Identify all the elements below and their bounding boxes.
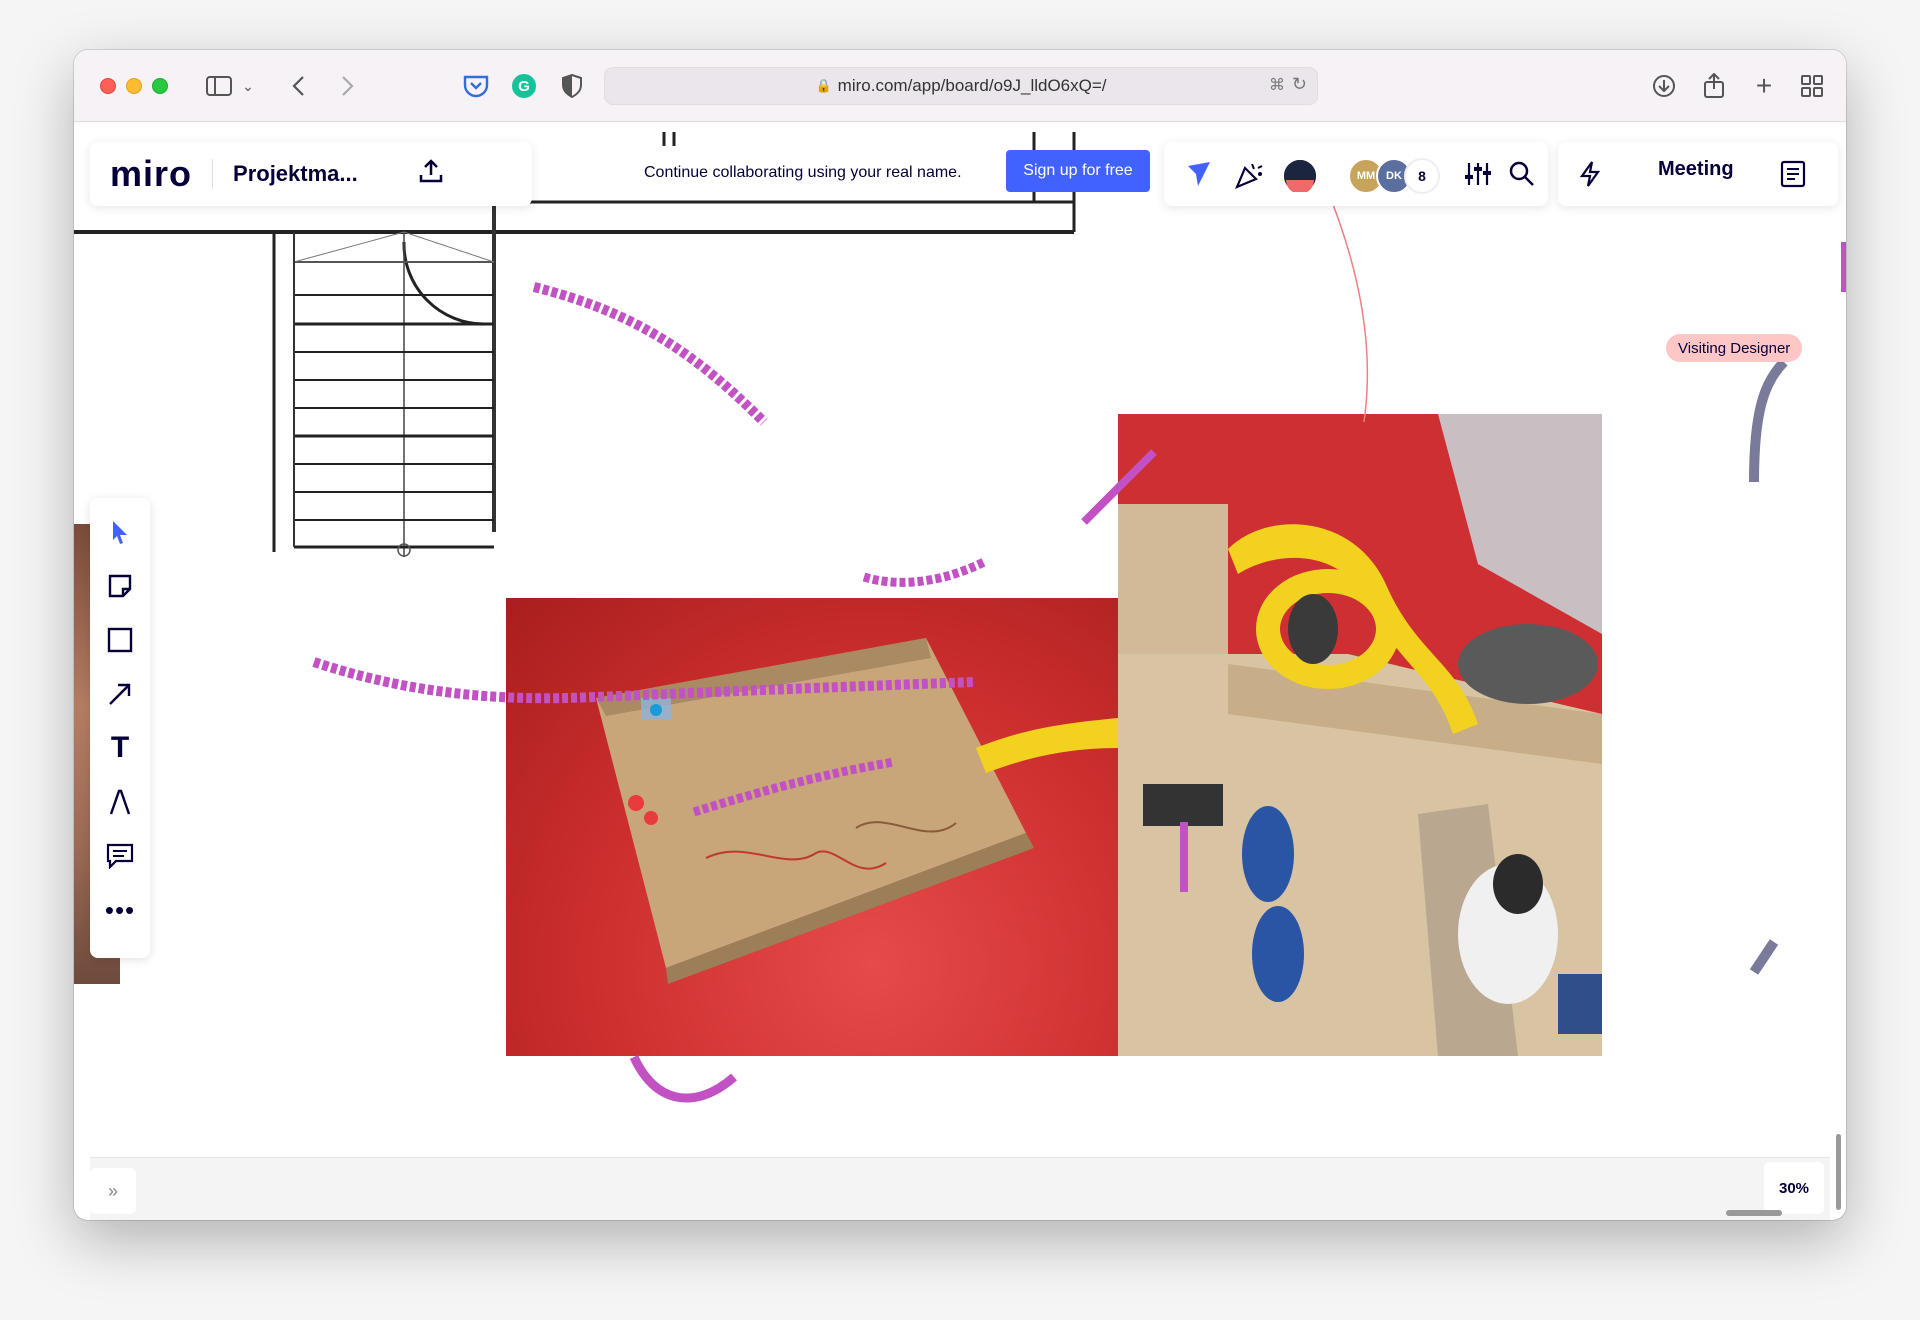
notes-icon[interactable] (1780, 160, 1806, 195)
follow-cursor-icon[interactable] (1184, 160, 1214, 195)
back-icon[interactable] (286, 72, 310, 100)
arrow-icon[interactable] (90, 672, 150, 716)
browser-toolbar: ⌄ G 🔒 miro.com/app/board/o9J_lldO6xQ=/ ⌘… (74, 50, 1846, 122)
avatar-current-user[interactable] (1282, 158, 1318, 194)
miro-board-header: miro Projektma... (90, 142, 532, 206)
download-icon[interactable] (1650, 72, 1678, 100)
comment-icon[interactable] (90, 834, 150, 878)
horizontal-scrollbar[interactable] (1726, 1210, 1782, 1216)
browser-window: ⌄ G 🔒 miro.com/app/board/o9J_lldO6xQ=/ ⌘… (74, 50, 1846, 1220)
reload-icon[interactable]: ↻ (1292, 74, 1307, 95)
expand-panel-button[interactable]: » (90, 1168, 136, 1214)
divider (212, 159, 214, 189)
shield-icon[interactable] (558, 72, 586, 100)
miro-logo[interactable]: miro (90, 153, 192, 195)
lock-icon: 🔒 (815, 78, 832, 93)
miro-board-canvas[interactable]: miro Projektma... Continue collaborating… (74, 122, 1846, 1220)
text-icon[interactable]: T (90, 726, 150, 770)
sticky-note-icon[interactable] (90, 564, 150, 608)
vertical-scrollbar[interactable] (1836, 1134, 1841, 1210)
forward-icon[interactable] (336, 72, 360, 100)
svg-text:G: G (518, 78, 530, 95)
url-text: miro.com/app/board/o9J_lldO6xQ=/ (837, 76, 1107, 95)
sidebar-icon[interactable] (204, 72, 234, 100)
close-window-button[interactable] (100, 78, 116, 94)
square-icon[interactable] (90, 618, 150, 662)
sign-up-button[interactable]: Sign up for free (1006, 150, 1150, 192)
upload-icon[interactable] (418, 158, 444, 191)
translate-icon[interactable]: ⌘ (1269, 75, 1285, 95)
pocket-icon[interactable] (462, 72, 490, 100)
board-name[interactable]: Projektma... (233, 161, 358, 187)
tab-overview-icon[interactable] (1798, 72, 1826, 100)
new-tab-icon[interactable]: + (1750, 70, 1778, 101)
tool-palette: T ••• (90, 498, 150, 958)
visiting-designer-cursor-label: Visiting Designer (1666, 334, 1803, 362)
zoom-window-button[interactable] (152, 78, 168, 94)
celebrate-icon[interactable] (1234, 160, 1264, 197)
collaboration-toolbar: MM DK 8 (1164, 142, 1548, 206)
board-bottom-bar (90, 1157, 1830, 1220)
grammarly-icon[interactable]: G (510, 72, 538, 100)
share-icon[interactable] (1700, 72, 1728, 100)
more-icon[interactable]: ••• (90, 888, 150, 932)
cursor-icon[interactable] (90, 510, 150, 554)
url-bar[interactable]: 🔒 miro.com/app/board/o9J_lldO6xQ=/ ⌘ ↻ (604, 67, 1318, 105)
search-icon[interactable] (1508, 160, 1536, 195)
collaborator-count[interactable]: 8 (1404, 158, 1440, 194)
cursor-trails-layer (274, 141, 1846, 1220)
chevron-down-icon[interactable]: ⌄ (240, 72, 256, 100)
desktop: ⌄ G 🔒 miro.com/app/board/o9J_lldO6xQ=/ ⌘… (0, 0, 1920, 1320)
lightning-icon[interactable] (1578, 160, 1602, 195)
meeting-button[interactable]: Meeting (1658, 158, 1734, 181)
minimize-window-button[interactable] (126, 78, 142, 94)
pen-icon[interactable] (90, 780, 150, 824)
settings-sliders-icon[interactable] (1464, 160, 1492, 195)
zoom-level[interactable]: 30% (1764, 1162, 1824, 1214)
anonymous-banner-text: Continue collaborating using your real n… (644, 164, 962, 181)
